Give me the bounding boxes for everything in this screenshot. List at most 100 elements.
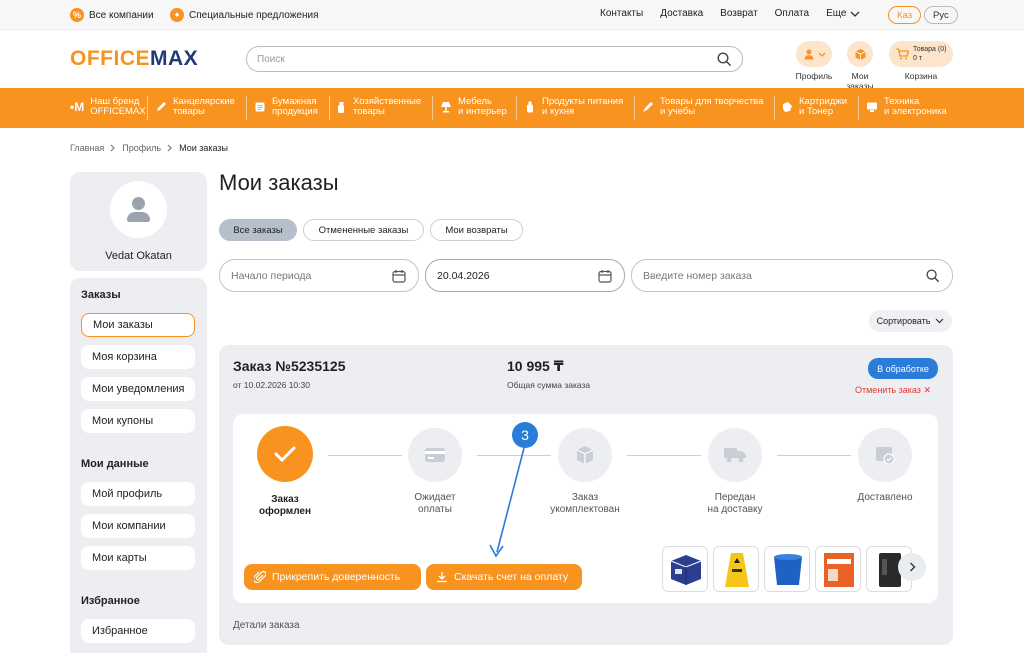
cart-pill: Товара (0) 0 т	[889, 41, 953, 67]
step-connector	[627, 455, 701, 456]
divider	[147, 96, 148, 120]
step-shipped-circle	[708, 428, 762, 482]
special-offers-label: Специальные предложения	[189, 9, 319, 21]
product-thumb-blue-bucket[interactable]	[764, 546, 810, 592]
product-thumb-officemax-pack[interactable]	[815, 546, 861, 592]
sidebar-item-my-cards[interactable]: Мои карты	[81, 546, 195, 570]
category-stationery[interactable]: Канцелярские товары	[155, 97, 235, 117]
products-next-button[interactable]	[898, 553, 926, 581]
special-offers-link[interactable]: ✦ Специальные предложения	[170, 8, 319, 22]
category-furniture[interactable]: Мебель и интерьер	[440, 97, 507, 117]
attach-power-of-attorney-button[interactable]: Прикрепить доверенность	[244, 564, 421, 590]
order-number-search[interactable]: Введите номер заказа	[631, 259, 953, 292]
order-details-link[interactable]: Детали заказа	[233, 620, 300, 631]
category-line2: и учебы	[660, 106, 696, 117]
sort-dropdown[interactable]: Сортировать	[869, 310, 952, 332]
sidebar-item-my-cart[interactable]: Моя корзина	[81, 345, 195, 369]
nav-payment[interactable]: Оплата	[775, 8, 809, 19]
sidebar-item-my-orders[interactable]: Мои заказы	[81, 313, 195, 337]
user-icon	[804, 49, 813, 60]
sidebar-item-coupons[interactable]: Мои купоны	[81, 409, 195, 433]
avatar[interactable]	[110, 181, 167, 238]
period-start-field[interactable]: Начало периода	[219, 259, 419, 292]
search-icon[interactable]	[717, 52, 732, 67]
period-start-placeholder: Начало периода	[231, 269, 312, 282]
sidebar-item-notifications[interactable]: Мои уведомления	[81, 377, 195, 401]
category-line2: OFFICEMAX	[90, 106, 146, 117]
top-nav: Контакты Доставка Возврат Оплата Еще	[600, 8, 860, 19]
category-creativity[interactable]: Товары для творчества и учебы	[642, 97, 763, 117]
category-paper[interactable]: Бумажная продукция	[254, 97, 318, 117]
all-companies-link[interactable]: % Все компании	[70, 8, 154, 22]
divider	[774, 96, 775, 120]
profile-header-button[interactable]: Профиль	[794, 41, 834, 81]
category-line2: и интерьер	[458, 106, 507, 117]
category-cartridges[interactable]: Картриджи и Тонер	[781, 97, 847, 117]
download-button-label: Скачать счет на оплату	[454, 571, 569, 583]
order-title[interactable]: Заказ №5235125	[233, 358, 345, 374]
logo-part-office: OFFICE	[70, 47, 150, 70]
chevron-right-icon	[909, 562, 915, 572]
order-date: от 10.02.2026 10:30	[233, 380, 310, 390]
avatar-head	[132, 197, 145, 210]
cart-header-button[interactable]: Товара (0) 0 т Корзина	[888, 41, 954, 81]
category-line2: и Тонер	[799, 106, 834, 117]
category-electronics[interactable]: Техника и электроника	[866, 97, 947, 117]
category-household[interactable]: Хозяйственные товары	[335, 97, 421, 117]
paper-icon	[255, 102, 265, 112]
step-delivered-circle	[858, 428, 912, 482]
period-end-field[interactable]: 20.04.2026	[425, 259, 625, 292]
product-thumb-wet-floor-sign[interactable]	[713, 546, 759, 592]
cart-sum: 0 т	[913, 55, 923, 62]
cancel-order-link[interactable]: Отменить заказ ✕	[855, 385, 931, 396]
breadcrumb: Главная Профиль Мои заказы	[70, 143, 228, 153]
brush-icon	[643, 102, 653, 112]
nav-more[interactable]: Еще	[826, 8, 860, 19]
tab-cancelled-orders[interactable]: Отмененные заказы	[303, 219, 424, 241]
nav-return[interactable]: Возврат	[720, 8, 758, 19]
product-thumb-paper-box[interactable]	[662, 546, 708, 592]
lang-ru-button[interactable]: Рус	[924, 6, 958, 24]
spray-bottle-icon	[338, 102, 344, 113]
tab-all-orders[interactable]: Все заказы	[219, 219, 297, 241]
paperclip-icon	[254, 570, 266, 584]
cancel-order-label: Отменить заказ	[855, 385, 921, 395]
order-card: Заказ №5235125 от 10.02.2026 10:30 10 99…	[219, 345, 953, 645]
lang-kz-button[interactable]: Каз	[888, 6, 922, 24]
category-own-brand[interactable]: •M Наш бренд OFFICEMAX	[70, 97, 146, 117]
period-end-value: 20.04.2026	[437, 269, 490, 282]
pen-icon	[157, 102, 166, 111]
profile-header-label: Профиль	[795, 71, 833, 81]
search-icon[interactable]	[926, 269, 940, 283]
avatar-body	[127, 212, 150, 222]
sidebar-item-my-companies[interactable]: Мои компании	[81, 514, 195, 538]
favorites-heading: Избранное	[81, 595, 140, 607]
divider	[516, 96, 517, 120]
chevron-down-icon	[818, 52, 825, 57]
search-input[interactable]: Поиск	[246, 46, 743, 72]
category-line2: товары	[353, 106, 385, 117]
download-invoice-button[interactable]: Скачать счет на оплату	[426, 564, 582, 590]
box-icon	[576, 446, 594, 464]
calendar-icon[interactable]	[392, 269, 406, 283]
close-icon: ✕	[923, 385, 931, 395]
orders-header-button[interactable]: Мои заказы	[838, 41, 882, 91]
breadcrumb-profile[interactable]: Профиль	[122, 143, 161, 153]
breadcrumb-home[interactable]: Главная	[70, 143, 104, 153]
officemax-logo[interactable]: OFFICEMAX	[70, 47, 198, 71]
cart-summary: Товара (0) 0 т	[913, 45, 946, 63]
chevron-down-icon	[935, 318, 944, 324]
logo-part-max: MAX	[150, 47, 199, 70]
product-image	[774, 554, 802, 585]
nav-delivery[interactable]: Доставка	[660, 8, 703, 19]
tab-my-returns[interactable]: Мои возвраты	[430, 219, 523, 241]
order-sum-label: Общая сумма заказа	[507, 380, 591, 390]
nav-contacts[interactable]: Контакты	[600, 8, 643, 19]
divider	[858, 96, 859, 120]
category-line2: продукция	[272, 106, 318, 117]
category-line2: и электроника	[884, 106, 947, 117]
sidebar-item-my-profile[interactable]: Мой профиль	[81, 482, 195, 506]
category-food[interactable]: Продукты питания и кухня	[524, 97, 623, 117]
calendar-icon[interactable]	[598, 269, 612, 283]
sidebar-item-favorites[interactable]: Избранное	[81, 619, 195, 643]
